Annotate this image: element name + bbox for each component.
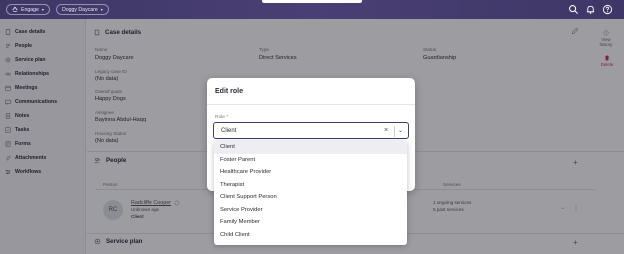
option-service-provider[interactable]: Service Provider (214, 204, 407, 217)
role-select[interactable]: Client × ⌄ (213, 122, 409, 139)
option-healthcare-provider[interactable]: Healthcare Provider (214, 166, 407, 179)
option-therapist[interactable]: Therapist (214, 179, 407, 192)
chevron-down-icon: ▾ (100, 7, 103, 12)
app-switcher-label: Engage (21, 6, 39, 13)
modal-title: Edit role (215, 88, 244, 95)
org-switcher-label: Doggy Daycare (62, 6, 98, 13)
option-foster-parent[interactable]: Foster Parent (214, 154, 407, 167)
top-bar: Engage ▾ Doggy Daycare ▾ (0, 0, 624, 19)
engage-logo-icon (12, 6, 18, 14)
role-options-menu: Client Foster Parent Healthcare Provider… (214, 141, 407, 245)
chevron-down-icon: ▾ (41, 7, 44, 12)
select-separator (394, 126, 395, 137)
clear-icon[interactable]: × (384, 127, 388, 134)
help-icon[interactable] (602, 4, 613, 15)
option-family-member[interactable]: Family Member (214, 216, 407, 229)
top-center-tab (262, 0, 362, 3)
role-select-value: Client (221, 128, 237, 134)
app-switcher[interactable]: Engage ▾ (6, 4, 50, 15)
role-field-label: Role * (215, 115, 229, 120)
divider (207, 104, 415, 105)
option-child-client[interactable]: Child Client (214, 229, 407, 242)
chevron-down-icon[interactable]: ⌄ (398, 127, 403, 134)
option-client[interactable]: Client (214, 141, 407, 154)
org-switcher[interactable]: Doggy Daycare ▾ (56, 4, 109, 15)
search-icon[interactable] (568, 4, 579, 15)
bell-icon[interactable] (585, 4, 596, 15)
option-client-support-person[interactable]: Client Support Person (214, 191, 407, 204)
